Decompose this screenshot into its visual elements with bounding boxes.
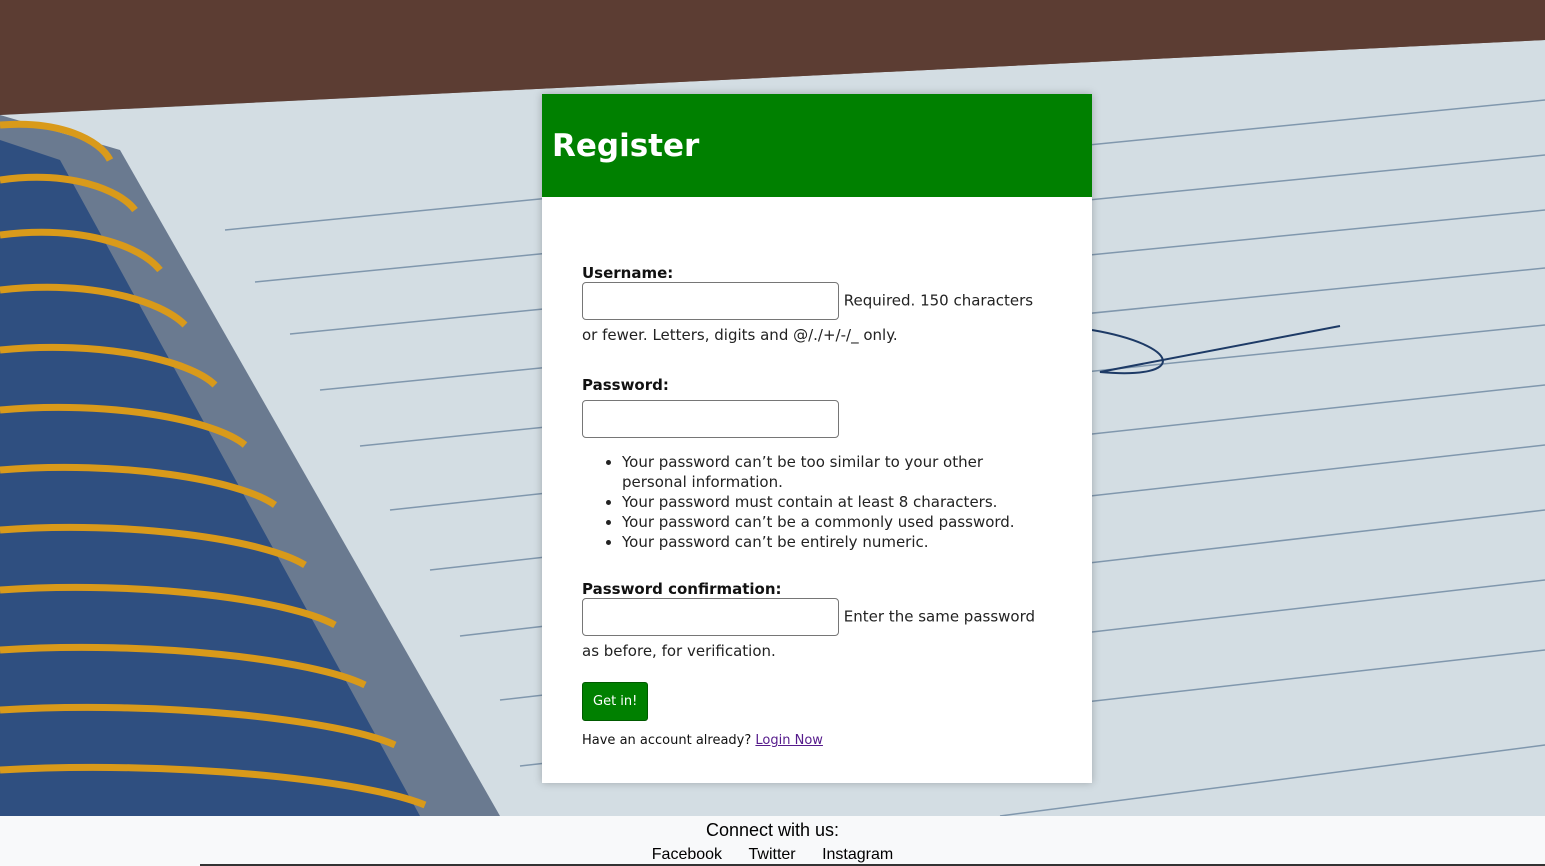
- page-title: Register: [552, 127, 700, 164]
- username-input[interactable]: [582, 282, 839, 320]
- password-rule: Your password must contain at least 8 ch…: [622, 492, 1052, 512]
- password-rules: Your password can’t be too similar to yo…: [582, 452, 1052, 552]
- password-confirmation-group: Password confirmation: Enter the same pa…: [582, 580, 1052, 666]
- footer-title: Connect with us:: [705, 820, 840, 840]
- password-confirmation-input[interactable]: [582, 598, 839, 636]
- password-rule: Your password can’t be too similar to yo…: [622, 452, 1052, 492]
- footer: Connect with us: Facebook Twitter Instag…: [0, 816, 1545, 866]
- username-group: Username: Required. 150 characters or fe…: [582, 264, 1052, 350]
- username-label: Username:: [582, 264, 674, 282]
- footer-link-facebook[interactable]: Facebook: [652, 846, 722, 863]
- footer-links: Facebook Twitter Instagram: [0, 846, 1545, 864]
- card-header: Register: [542, 94, 1092, 197]
- password-confirmation-label: Password confirmation:: [582, 580, 782, 598]
- have-account-text: Have an account already?: [582, 733, 752, 748]
- password-label: Password:: [582, 376, 669, 394]
- password-input[interactable]: [582, 400, 839, 438]
- login-link[interactable]: Login Now: [755, 733, 823, 748]
- password-rule: Your password can’t be a commonly used p…: [622, 512, 1052, 532]
- footer-link-twitter[interactable]: Twitter: [749, 846, 796, 863]
- submit-button[interactable]: Get in!: [582, 682, 649, 721]
- register-form: Username: Required. 150 characters or fe…: [582, 264, 1052, 751]
- password-rule: Your password can’t be entirely numeric.: [622, 532, 1052, 552]
- password-group: Password: Your password can’t be too sim…: [582, 376, 1052, 552]
- footer-link-instagram[interactable]: Instagram: [822, 846, 893, 863]
- login-prompt: Have an account already? Login Now: [582, 731, 1052, 751]
- register-card: Register Username: Required. 150 charact…: [542, 94, 1092, 783]
